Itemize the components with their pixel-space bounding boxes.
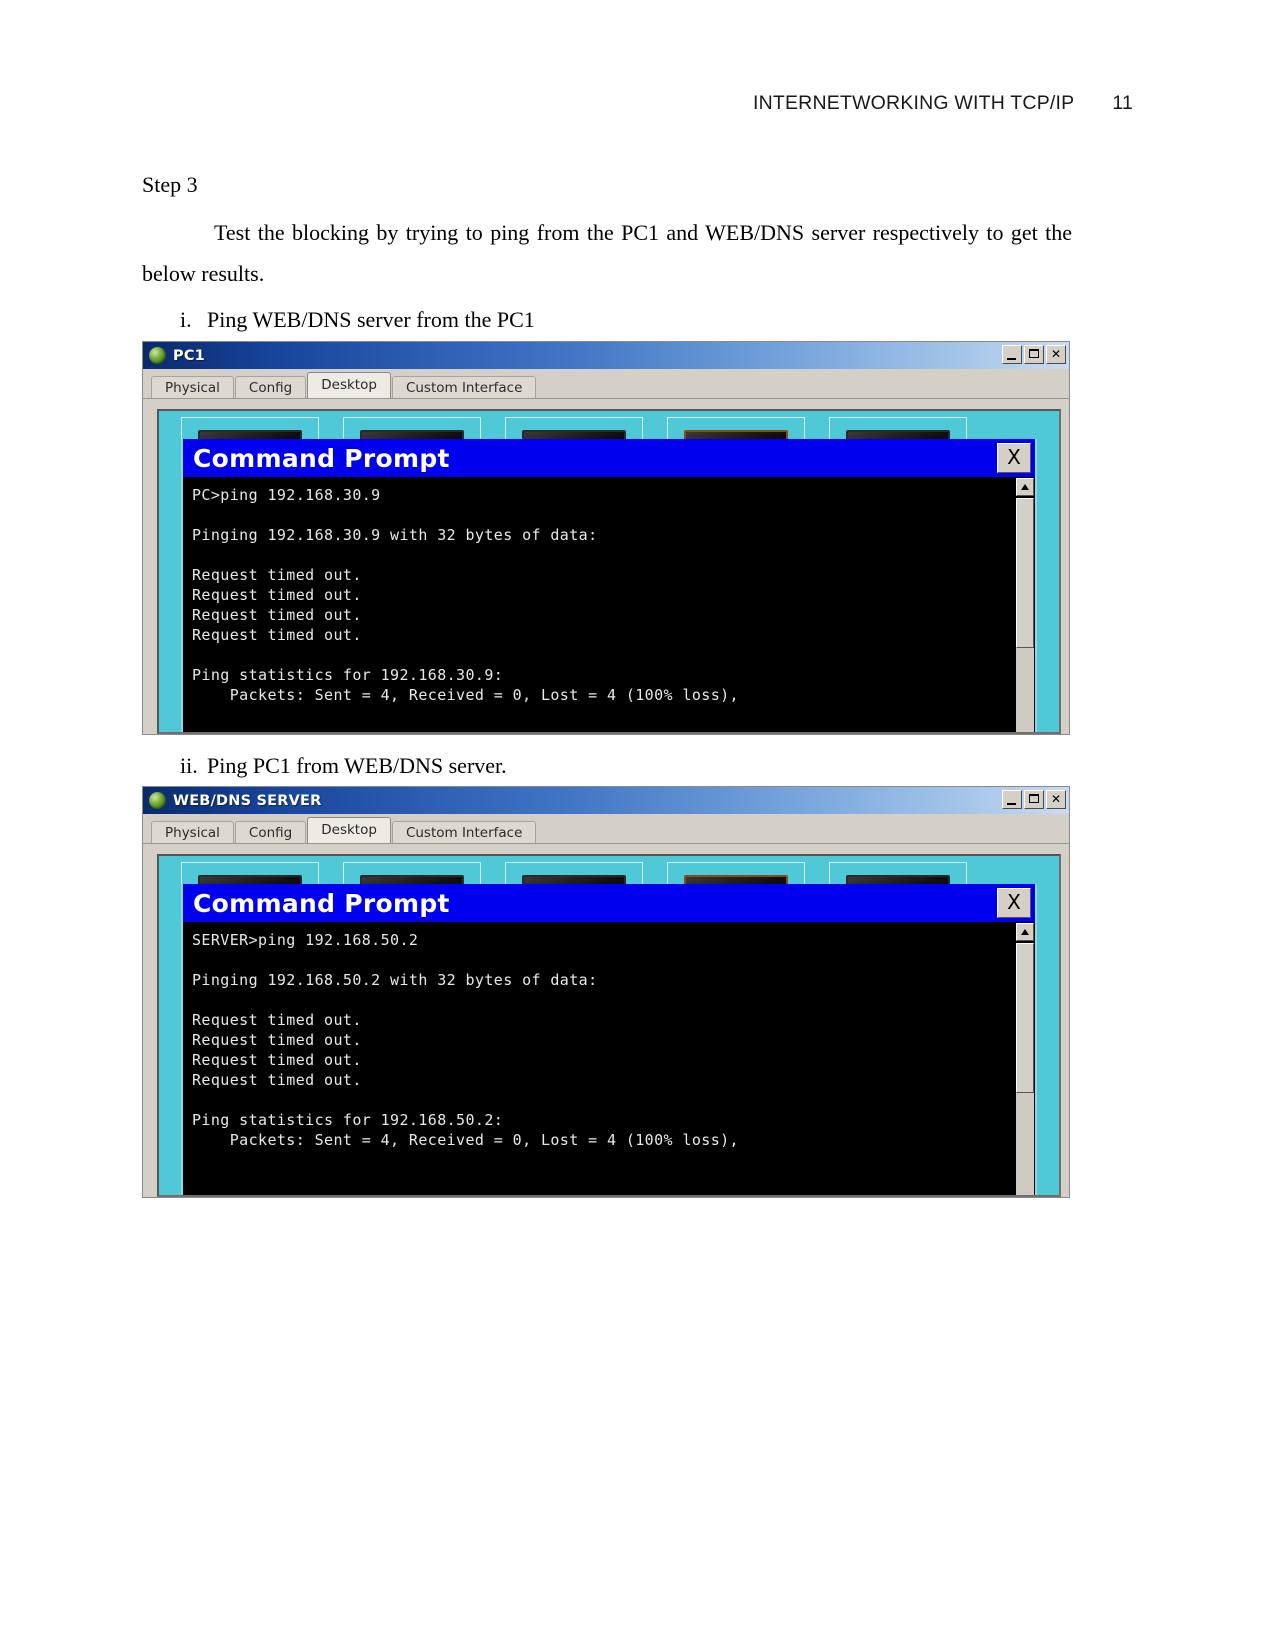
- web-dns-server-desktop: Command Prompt X SERVER>ping 192.168.50.…: [157, 854, 1061, 1197]
- maximize-icon: [1029, 349, 1039, 358]
- pc1-window: PC1 ✕ Physical Config Desktop Custom Int…: [142, 341, 1070, 735]
- scrollbar-track[interactable]: [1016, 943, 1034, 1195]
- header-title: INTERNETWORKING WITH TCP/IP: [752, 92, 1075, 114]
- tab-config[interactable]: Config: [234, 376, 307, 398]
- page-number: 11: [1112, 92, 1133, 114]
- scrollbar-track[interactable]: [1016, 498, 1034, 732]
- pc1-command-prompt-window: Command Prompt X PC>ping 192.168.30.9 Pi…: [181, 439, 1037, 732]
- tab-desktop[interactable]: Desktop: [307, 372, 391, 398]
- web-dns-server-window-title: WEB/DNS SERVER: [173, 792, 322, 809]
- list-item-marker: ii.: [180, 753, 198, 778]
- tab-custom-interface[interactable]: Custom Interface: [391, 376, 537, 398]
- scroll-up-arrow-icon[interactable]: [1016, 923, 1034, 941]
- list-item: ii. Ping PC1 from WEB/DNS server.: [142, 749, 1072, 782]
- pc1-window-body: Command Prompt X PC>ping 192.168.30.9 Pi…: [143, 399, 1069, 734]
- web-dns-server-command-prompt-window: Command Prompt X SERVER>ping 192.168.50.…: [181, 884, 1037, 1195]
- pc1-tabstrip: Physical Config Desktop Custom Interface: [143, 369, 1069, 399]
- tab-config[interactable]: Config: [234, 821, 307, 843]
- web-dns-server-tabstrip: Physical Config Desktop Custom Interface: [143, 814, 1069, 844]
- terminal-scrollbar[interactable]: [1014, 922, 1035, 1195]
- tab-physical[interactable]: Physical: [151, 821, 234, 843]
- pc1-titlebar: PC1 ✕: [143, 342, 1069, 369]
- list-item: i. Ping WEB/DNS server from the PC1: [142, 303, 1072, 336]
- minimize-button[interactable]: [1002, 790, 1022, 809]
- command-prompt-title: Command Prompt: [193, 888, 450, 918]
- pc1-window-title: PC1: [173, 347, 205, 364]
- terminal-scrollbar[interactable]: [1014, 477, 1035, 732]
- list-item-label: Ping PC1 from WEB/DNS server.: [207, 753, 507, 778]
- step-label: Step 3: [142, 172, 198, 197]
- pc1-desktop: Command Prompt X PC>ping 192.168.30.9 Pi…: [157, 409, 1061, 734]
- terminal-output: SERVER>ping 192.168.50.2 Pinging 192.168…: [192, 931, 739, 1149]
- close-button[interactable]: ✕: [1046, 790, 1066, 809]
- list-item-marker: i.: [180, 307, 192, 332]
- web-dns-server-titlebar: WEB/DNS SERVER ✕: [143, 787, 1069, 814]
- command-prompt-title: Command Prompt: [193, 443, 450, 473]
- command-prompt-titlebar: Command Prompt X: [183, 439, 1035, 477]
- tab-physical[interactable]: Physical: [151, 376, 234, 398]
- terminal-output: PC>ping 192.168.30.9 Pinging 192.168.30.…: [192, 486, 739, 704]
- minimize-button[interactable]: [1002, 345, 1022, 364]
- web-dns-server-window-body: Command Prompt X SERVER>ping 192.168.50.…: [143, 844, 1069, 1197]
- scroll-up-arrow-icon[interactable]: [1016, 478, 1034, 496]
- tab-custom-interface[interactable]: Custom Interface: [391, 821, 537, 843]
- scrollbar-thumb[interactable]: [1016, 498, 1034, 648]
- command-prompt-close-button[interactable]: X: [997, 888, 1031, 918]
- command-prompt-screen: SERVER>ping 192.168.50.2 Pinging 192.168…: [183, 922, 1035, 1195]
- page-header: INTERNETWORKING WITH TCP/IP 11: [0, 92, 1275, 115]
- pc1-window-controls: ✕: [1002, 345, 1066, 364]
- maximize-icon: [1029, 794, 1039, 803]
- maximize-button[interactable]: [1024, 790, 1044, 809]
- intro-paragraph: Test the blocking by trying to ping from…: [142, 212, 1072, 294]
- web-dns-server-window-controls: ✕: [1002, 790, 1066, 809]
- scrollbar-thumb[interactable]: [1016, 943, 1034, 1093]
- packet-tracer-device-icon: [149, 792, 166, 809]
- tab-desktop[interactable]: Desktop: [307, 817, 391, 843]
- maximize-button[interactable]: [1024, 345, 1044, 364]
- minimize-icon: [1007, 803, 1016, 805]
- command-prompt-titlebar: Command Prompt X: [183, 884, 1035, 922]
- packet-tracer-device-icon: [149, 347, 166, 364]
- command-prompt-screen: PC>ping 192.168.30.9 Pinging 192.168.30.…: [183, 477, 1035, 732]
- paragraph-text: Test the blocking by trying to ping from…: [142, 220, 1072, 286]
- close-button[interactable]: ✕: [1046, 345, 1066, 364]
- document-body: Step 3 Test the blocking by trying to pi…: [142, 170, 1072, 336]
- web-dns-server-window: WEB/DNS SERVER ✕ Physical Config Desktop…: [142, 786, 1070, 1198]
- command-prompt-close-button[interactable]: X: [997, 443, 1031, 473]
- document-body-second: ii. Ping PC1 from WEB/DNS server.: [142, 740, 1072, 782]
- list-item-label: Ping WEB/DNS server from the PC1: [207, 307, 535, 332]
- minimize-icon: [1007, 358, 1016, 360]
